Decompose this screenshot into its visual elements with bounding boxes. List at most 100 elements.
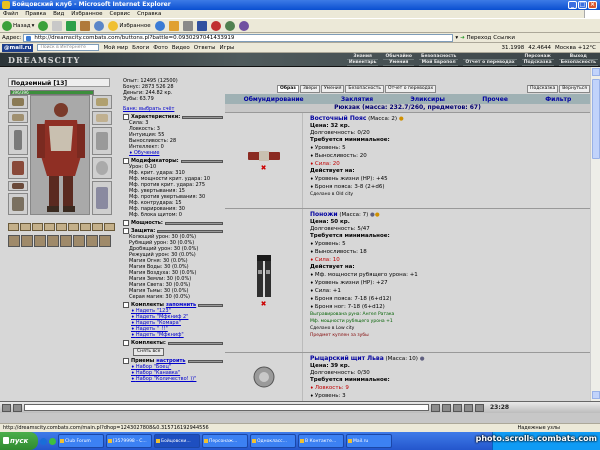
category-filter[interactable]: Фильтр: [545, 96, 571, 103]
category-spells[interactable]: Заклятия: [341, 96, 373, 103]
address-dropdown-icon[interactable]: ▾: [455, 35, 458, 41]
item-image[interactable]: ✖: [225, 209, 303, 352]
print-icon[interactable]: [182, 20, 193, 31]
tab-hint[interactable]: Подсказка: [527, 85, 559, 93]
taskbar-item[interactable]: Club Forum: [58, 434, 104, 448]
set-link[interactable]: Надеть "Мфкниф": [123, 332, 223, 338]
scroll-item[interactable]: [86, 235, 98, 247]
item-image[interactable]: ✖: [225, 113, 303, 208]
mail-icon[interactable]: [168, 20, 179, 31]
maximize-icon[interactable]: □: [578, 1, 587, 9]
discuss-icon[interactable]: [210, 20, 221, 31]
chat-input[interactable]: [24, 404, 429, 411]
forward-arrow-icon[interactable]: [38, 20, 49, 31]
quicklaunch-ie-icon[interactable]: [40, 437, 47, 445]
mailru-link-answers[interactable]: Ответы: [194, 45, 216, 51]
mailru-link-blogs[interactable]: Блоги: [132, 45, 149, 51]
media-icon[interactable]: [154, 20, 165, 31]
item-name[interactable]: Восточный Пояс: [310, 115, 366, 122]
favorites-button[interactable]: Избранное: [108, 20, 151, 31]
belt-item[interactable]: [104, 223, 115, 231]
mailru-link-photo[interactable]: Фото: [153, 45, 168, 51]
belt-item[interactable]: [8, 223, 19, 231]
category-other[interactable]: Прочее: [482, 96, 508, 103]
address-input[interactable]: http://dreamscity.combats.com/buttons.pl…: [23, 33, 454, 42]
shield-slot[interactable]: [92, 157, 112, 179]
shoulder-slot[interactable]: [8, 193, 28, 215]
kits-header[interactable]: Комплекты:: [123, 340, 223, 346]
start-button[interactable]: пуск: [0, 432, 38, 450]
taskbar-item[interactable]: Однокласс...: [250, 434, 296, 448]
belt-item[interactable]: [20, 223, 31, 231]
belt-item[interactable]: [80, 223, 91, 231]
scroll-item[interactable]: [8, 235, 20, 247]
tab-security[interactable]: Безопасность: [345, 85, 385, 93]
earring-slot[interactable]: [92, 95, 112, 109]
item-name[interactable]: Рыцарский щит Льва: [310, 355, 384, 362]
tab-beasts[interactable]: Звери: [299, 85, 320, 93]
armor-slot[interactable]: [8, 157, 28, 179]
send-icon[interactable]: [431, 403, 440, 412]
belt-item[interactable]: [68, 223, 79, 231]
web-search-input[interactable]: Поиск в Интернете: [37, 44, 100, 51]
taskbar-item-active[interactable]: Бойцовски...: [154, 434, 200, 448]
close-icon[interactable]: ×: [588, 1, 597, 9]
helmet-slot[interactable]: [8, 95, 28, 109]
category-elixirs[interactable]: Эликсиры: [410, 96, 445, 103]
taskbar-item[interactable]: В Контакте...: [298, 434, 344, 448]
taskbar-item[interactable]: Mail.ru: [346, 434, 392, 448]
delete-icon[interactable]: ✖: [261, 300, 267, 308]
amulet-slot[interactable]: [8, 111, 28, 123]
quicklaunch-desktop-icon[interactable]: [49, 437, 56, 445]
menu-help[interactable]: Справка: [137, 11, 161, 17]
nav-security-2[interactable]: Безопасность: [558, 60, 598, 66]
scroll-up-icon[interactable]: [592, 68, 600, 76]
go-button[interactable]: ➜ Переход: [460, 35, 491, 41]
info-icon[interactable]: ●: [420, 356, 425, 362]
belt-item[interactable]: [92, 223, 103, 231]
back-button[interactable]: Назад ▾: [2, 20, 34, 31]
belt-item[interactable]: [44, 223, 55, 231]
scroll-item[interactable]: [99, 235, 111, 247]
mailru-link-myworld[interactable]: Мой мир: [103, 45, 128, 51]
mailru-link-video[interactable]: Видео: [172, 45, 190, 51]
item-image[interactable]: [225, 353, 303, 401]
tab-skills[interactable]: Умения: [320, 85, 345, 93]
weapon-slot[interactable]: [8, 125, 28, 155]
taskbar-item[interactable]: [3579998 - С...: [106, 434, 152, 448]
nav-transfers[interactable]: Отчет о переводах: [463, 60, 517, 66]
nav-europol[interactable]: Мой Европол: [419, 60, 459, 66]
power-header[interactable]: Мощность:: [123, 220, 223, 226]
scroll-item[interactable]: [73, 235, 85, 247]
category-equipment[interactable]: Обмундирование: [244, 96, 304, 103]
menu-file[interactable]: Файл: [3, 11, 18, 17]
belt-slot[interactable]: [8, 181, 28, 191]
tab-image[interactable]: Образ: [277, 85, 299, 93]
gloves-slot[interactable]: [92, 127, 112, 155]
nav-skills[interactable]: Умения: [383, 60, 415, 66]
mailru-logo[interactable]: @mail.ru: [2, 43, 34, 52]
item-name[interactable]: Поножи: [310, 211, 338, 218]
clear-icon[interactable]: [442, 403, 451, 412]
belt-item[interactable]: [56, 223, 67, 231]
menu-view[interactable]: Вид: [53, 11, 64, 17]
bank-link[interactable]: Банк: выбрать счёт: [123, 106, 223, 112]
links-button[interactable]: Ссылки: [493, 35, 515, 41]
training-link[interactable]: Обучение: [123, 150, 223, 156]
edit-icon[interactable]: [196, 20, 207, 31]
tab-transfers[interactable]: Отчет о переводах: [385, 85, 437, 93]
scroll-item[interactable]: [21, 235, 33, 247]
nav-inventory[interactable]: Инвентарь: [346, 60, 379, 66]
tab-return[interactable]: Вернуться: [559, 85, 590, 93]
menu-tools[interactable]: Сервис: [110, 11, 131, 17]
messenger-icon[interactable]: [224, 20, 235, 31]
delete-icon[interactable]: ✖: [261, 164, 267, 172]
search-icon[interactable]: [94, 20, 105, 31]
ring-slot[interactable]: [92, 111, 112, 125]
refresh-icon[interactable]: [66, 20, 77, 31]
chat-icon[interactable]: [2, 403, 11, 412]
research-icon[interactable]: [238, 20, 249, 31]
info-icon[interactable]: ●: [399, 116, 404, 122]
scroll-item[interactable]: [34, 235, 46, 247]
scroll-thumb[interactable]: [592, 79, 600, 159]
